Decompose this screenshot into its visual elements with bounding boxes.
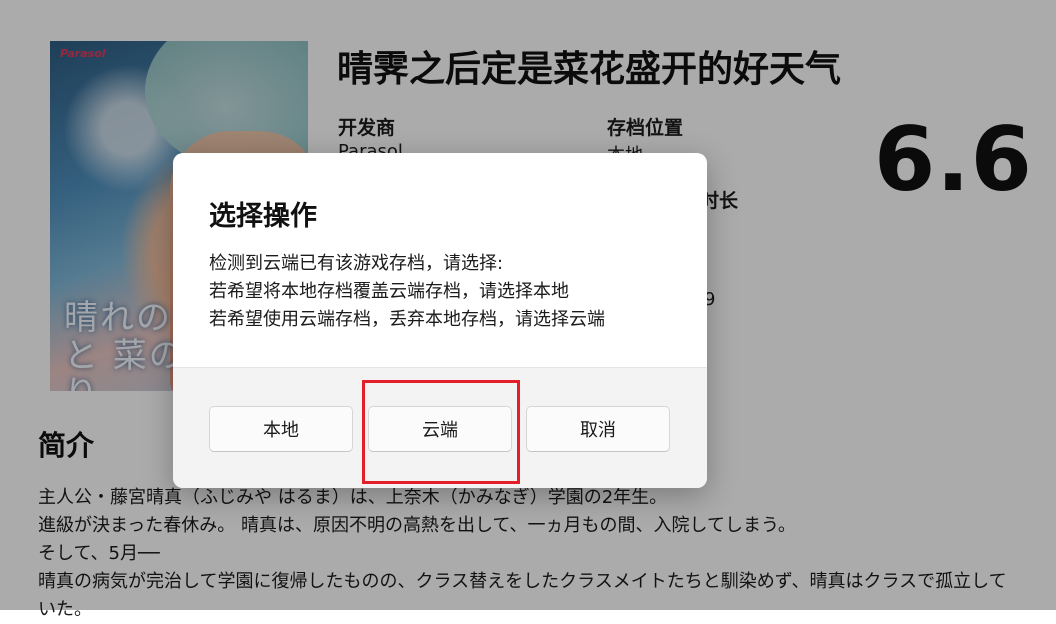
dialog-message-line: 若希望使用云端存档，丢弃本地存档，请选择云端	[209, 309, 605, 330]
cancel-button[interactable]: 取消	[526, 406, 670, 452]
dialog-title: 选择操作	[209, 201, 317, 232]
dialog-message-line: 若希望将本地存档覆盖云端存档，请选择本地	[209, 281, 569, 302]
local-button[interactable]: 本地	[209, 406, 353, 452]
dialog-message-line: 检测到云端已有该游戏存档，请选择:	[209, 253, 504, 274]
dialog-message: 检测到云端已有该游戏存档，请选择: 若希望将本地存档覆盖云端存档，请选择本地 若…	[209, 250, 605, 334]
highlight-box	[362, 380, 520, 484]
